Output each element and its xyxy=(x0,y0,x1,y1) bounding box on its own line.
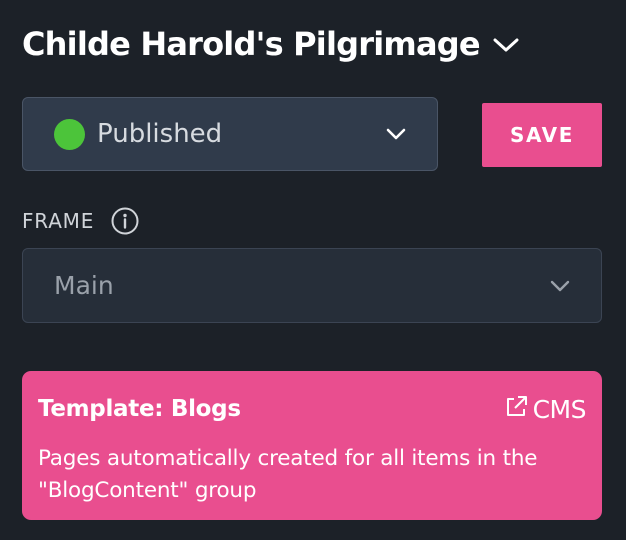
chevron-down-icon xyxy=(385,123,407,145)
info-icon[interactable] xyxy=(110,206,140,236)
cms-link-label: CMS xyxy=(532,394,587,424)
frame-label-row: FRAME xyxy=(22,206,140,236)
template-card-header: Template: Blogs CMS xyxy=(38,392,587,426)
frame-select[interactable]: Main xyxy=(22,248,602,323)
template-title: Template: Blogs xyxy=(38,396,241,422)
status-indicator-dot xyxy=(54,118,85,150)
status-value: Published xyxy=(97,119,223,149)
chevron-down-icon xyxy=(549,275,571,297)
template-card: Template: Blogs CMS Pages automatically … xyxy=(22,371,602,520)
status-select[interactable]: Published xyxy=(22,97,438,171)
template-description: Pages automatically created for all item… xyxy=(38,446,538,503)
frame-label: FRAME xyxy=(22,209,95,233)
cms-link[interactable]: CMS xyxy=(503,394,587,424)
chevron-down-icon[interactable] xyxy=(492,31,520,59)
page-title: Childe Harold's Pilgrimage xyxy=(22,25,481,63)
external-link-icon xyxy=(503,394,529,420)
page-title-dropdown[interactable]: Childe Harold's Pilgrimage xyxy=(22,24,520,64)
save-button[interactable]: SAVE xyxy=(482,103,602,167)
frame-value: Main xyxy=(54,271,114,300)
